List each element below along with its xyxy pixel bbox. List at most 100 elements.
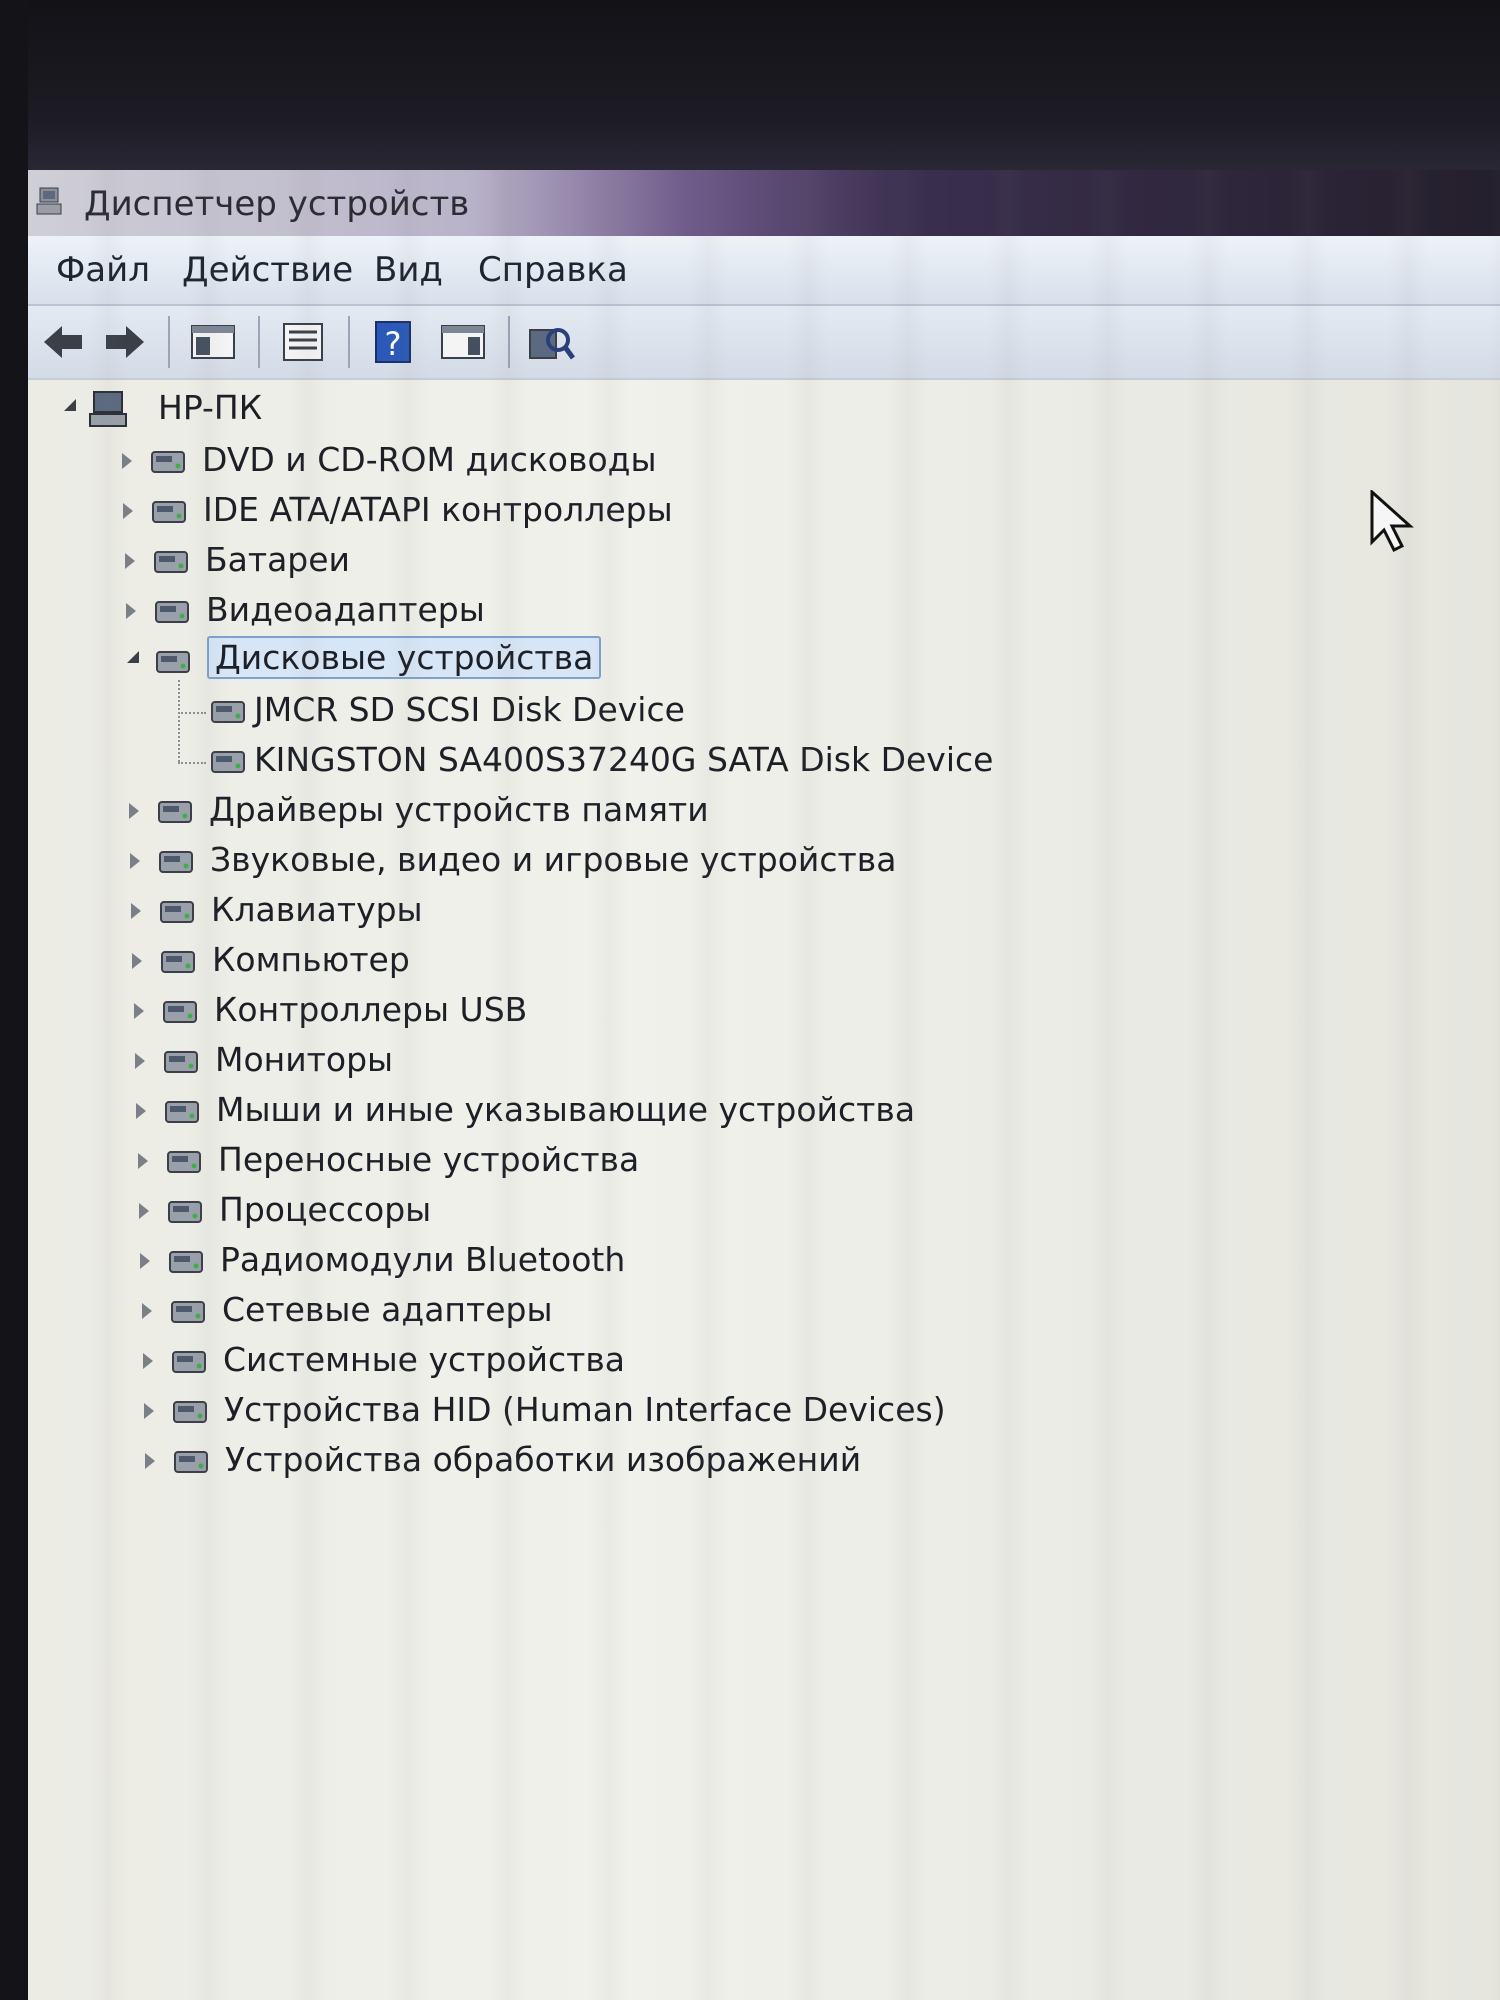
- bluetooth-icon: [169, 1251, 203, 1273]
- tree-connector: [178, 712, 206, 714]
- tree-item-label: Устройства обработки изображений: [225, 1440, 862, 1479]
- expand-arrow-icon[interactable]: [134, 1001, 146, 1021]
- keyboard-icon: [160, 901, 194, 923]
- expand-arrow-icon[interactable]: [136, 1101, 148, 1121]
- expand-arrow-icon[interactable]: [129, 801, 141, 821]
- expand-arrow-icon[interactable]: [130, 851, 142, 871]
- monitor-bezel-top: [0, 0, 1500, 170]
- menu-action[interactable]: Действие: [182, 250, 353, 290]
- system-device-icon: [172, 1351, 206, 1373]
- expand-arrow-icon[interactable]: [132, 951, 144, 971]
- disk-drive-icon: [156, 651, 190, 673]
- tree-category-17[interactable]: Устройства HID (Human Interface Devices): [28, 1388, 1468, 1434]
- tree-item-label: Видеоадаптеры: [206, 590, 485, 629]
- battery-icon: [154, 551, 188, 573]
- tree-category-11[interactable]: Мыши и иные указывающие устройства: [28, 1088, 1468, 1134]
- tree-item-label: Драйверы устройств памяти: [209, 790, 709, 829]
- computer-icon: [161, 951, 195, 973]
- tree-category-12[interactable]: Переносные устройства: [28, 1138, 1468, 1184]
- tree-category-2[interactable]: Батареи: [28, 538, 1468, 584]
- tree-category-6[interactable]: Звуковые, видео и игровые устройства: [28, 838, 1468, 884]
- tree-item-label: DVD и CD-ROM дисководы: [202, 440, 657, 479]
- tree-category-14[interactable]: Радиомодули Bluetooth: [28, 1238, 1468, 1284]
- tree-category-8[interactable]: Компьютер: [28, 938, 1468, 984]
- expand-arrow-icon[interactable]: [145, 1451, 157, 1471]
- toolbar-separator: [508, 316, 510, 368]
- hid-icon: [173, 1401, 207, 1423]
- device-tree: HP-ПК DVD и CD-ROM дисководы IDE ATA/ATAPI…: [28, 380, 1500, 2000]
- tree-device-1[interactable]: KINGSTON SA400S37240G SATA Disk Device: [28, 738, 1468, 784]
- tree-item-label: HP-ПК: [158, 388, 263, 427]
- menu-view[interactable]: Вид: [374, 250, 443, 290]
- expand-arrow-icon[interactable]: [131, 901, 143, 921]
- console-tree-icon[interactable]: [188, 318, 238, 366]
- svg-text:?: ?: [385, 325, 402, 363]
- tree-item-label: Системные устройства: [223, 1340, 625, 1379]
- menu-help[interactable]: Справка: [478, 250, 628, 290]
- device-manager-icon: [36, 187, 62, 215]
- title-bar[interactable]: Диспетчер устройств: [28, 170, 1500, 236]
- tree-device-0[interactable]: JMCR SD SCSI Disk Device: [28, 688, 1468, 734]
- tree-item-label: Звуковые, видео и игровые устройства: [210, 840, 897, 879]
- tree-item-label: Сетевые адаптеры: [222, 1290, 553, 1329]
- forward-icon[interactable]: [100, 318, 150, 366]
- tree-item-label: Мониторы: [215, 1040, 394, 1079]
- tree-item-label: Устройства HID (Human Interface Devices): [224, 1390, 946, 1429]
- tree-category-4[interactable]: Дисковые устройства: [28, 636, 1468, 684]
- tree-category-16[interactable]: Системные устройства: [28, 1338, 1468, 1384]
- tree-item-label: Процессоры: [219, 1190, 432, 1229]
- expand-arrow-icon[interactable]: [139, 1201, 151, 1221]
- tree-category-5[interactable]: Драйверы устройств памяти: [28, 788, 1468, 834]
- expand-arrow-icon[interactable]: [125, 551, 137, 571]
- expand-arrow-icon[interactable]: [135, 1051, 147, 1071]
- expand-arrow-icon[interactable]: [140, 1251, 152, 1271]
- usb-icon: [163, 1001, 197, 1023]
- expand-arrow-icon[interactable]: [142, 1301, 154, 1321]
- ide-controller-icon: [152, 501, 186, 523]
- disk-device-icon: [211, 751, 245, 773]
- expand-arrow-icon[interactable]: [123, 501, 135, 521]
- tree-item-label: IDE ATA/ATAPI контроллеры: [203, 490, 673, 529]
- expand-arrow-icon[interactable]: [122, 451, 134, 471]
- tree-category-7[interactable]: Клавиатуры: [28, 888, 1468, 934]
- tree-category-10[interactable]: Мониторы: [28, 1038, 1468, 1084]
- menu-file[interactable]: Файл: [56, 250, 150, 290]
- back-icon[interactable]: [38, 318, 88, 366]
- tree-category-3[interactable]: Видеоадаптеры: [28, 588, 1468, 634]
- monitor-bezel-left: [0, 0, 28, 2000]
- toolbar: ?: [28, 306, 1500, 382]
- display-adapter-icon: [155, 601, 189, 623]
- expand-arrow-icon[interactable]: [126, 601, 138, 621]
- tree-item-label: Батареи: [205, 540, 351, 579]
- expand-arrow-icon[interactable]: [138, 1151, 150, 1171]
- portable-device-icon: [167, 1151, 201, 1173]
- tree-item-label: Контроллеры USB: [214, 990, 528, 1029]
- collapse-arrow-icon[interactable]: [127, 651, 139, 663]
- help-icon[interactable]: ?: [368, 318, 418, 366]
- monitor-icon: [164, 1051, 198, 1073]
- collapse-arrow-icon[interactable]: [64, 399, 76, 411]
- memory-device-icon: [158, 801, 192, 823]
- tree-item-label: Компьютер: [212, 940, 410, 979]
- disk-device-icon: [211, 701, 245, 723]
- tree-category-1[interactable]: IDE ATA/ATAPI контроллеры: [28, 488, 1468, 534]
- toolbar-separator: [258, 316, 260, 368]
- imaging-device-icon: [174, 1451, 208, 1473]
- tree-category-13[interactable]: Процессоры: [28, 1188, 1468, 1234]
- expand-arrow-icon[interactable]: [143, 1351, 155, 1371]
- scan-hardware-icon[interactable]: [526, 318, 576, 366]
- processor-icon: [168, 1201, 202, 1223]
- tree-item-label: Переносные устройства: [218, 1140, 640, 1179]
- tree-category-9[interactable]: Контроллеры USB: [28, 988, 1468, 1034]
- action-pane-icon[interactable]: [438, 318, 488, 366]
- expand-arrow-icon[interactable]: [144, 1401, 156, 1421]
- properties-icon[interactable]: [278, 318, 328, 366]
- device-manager-window: Диспетчер устройств Файл Действие Вид Сп…: [28, 170, 1500, 2000]
- toolbar-separator: [168, 316, 170, 368]
- tree-root-computer[interactable]: HP-ПК: [28, 386, 1468, 432]
- tree-category-15[interactable]: Сетевые адаптеры: [28, 1288, 1468, 1334]
- tree-category-18[interactable]: Устройства обработки изображений: [28, 1438, 1468, 1484]
- window-title: Диспетчер устройств: [84, 184, 470, 224]
- tree-item-label: JMCR SD SCSI Disk Device: [254, 690, 685, 729]
- tree-category-0[interactable]: DVD и CD-ROM дисководы: [28, 438, 1468, 484]
